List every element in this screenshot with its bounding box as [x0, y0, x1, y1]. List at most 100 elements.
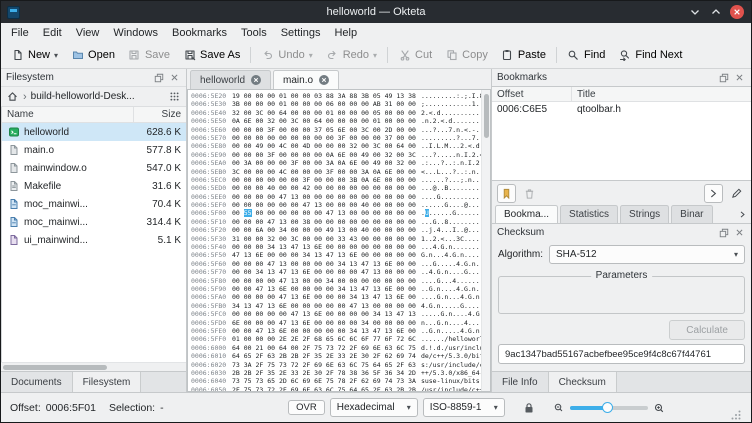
column-size[interactable]: Size	[134, 107, 186, 122]
hex-bytes[interactable]: 00 00 00 47 13 00 00 00 00 34 13 47 13 6…	[232, 260, 416, 268]
float-panel-icon[interactable]	[717, 226, 730, 239]
hex-bytes[interactable]: 00 00 00 00 00 00 47 13 00 00 00 40 00 0…	[232, 201, 416, 209]
char-coding-select[interactable]: ISO-8859-1 ▾	[423, 398, 505, 417]
hex-chars[interactable]: ....G...........	[421, 193, 484, 201]
hex-chars[interactable]: ..j.4...I..@....	[421, 226, 484, 234]
bookmarks-column-title[interactable]: Title	[572, 87, 751, 101]
hex-chars[interactable]: ...@..B.........	[421, 184, 484, 192]
breadcrumb-path[interactable]: build-helloworld-Desk...	[31, 91, 164, 102]
file-row[interactable]: mainwindow.o547.0 K	[2, 159, 186, 177]
menu-view[interactable]: View	[69, 23, 107, 42]
hex-row[interactable]: 0006:5FB034 13 47 13 6E 00 00 00 00 00 4…	[191, 302, 490, 310]
find-next-button[interactable]: Find Next	[612, 46, 688, 65]
value-coding-select[interactable]: Hexadecimal ▾	[330, 398, 418, 417]
hex-chars[interactable]: ...G.....4.G.n..	[421, 260, 484, 268]
hex-chars[interactable]: ...?...7.n.<.-..	[421, 126, 484, 134]
hex-chars[interactable]: de/c++/5.3.0/bit	[421, 352, 484, 360]
hex-bytes[interactable]: 73 75 73 65 2D 6C 69 6E 75 78 2F 62 69 7…	[232, 377, 416, 385]
find-button[interactable]: Find	[561, 46, 611, 65]
hex-bytes[interactable]: 00 3A 00 00 00 3F 00 00 3A 0A 6E 00 49 0…	[232, 159, 416, 167]
menu-bookmarks[interactable]: Bookmarks	[165, 23, 234, 42]
hex-row[interactable]: 0006:5F5047 13 6E 00 00 00 34 13 47 13 6…	[191, 251, 490, 259]
home-icon[interactable]	[6, 90, 19, 103]
hex-row[interactable]: 0006:5FC000 00 00 00 00 47 13 6E 00 00 0…	[191, 310, 490, 318]
places-menu-icon[interactable]	[168, 90, 181, 103]
hex-chars[interactable]: /usr/include/c++	[421, 386, 484, 392]
minimize-button[interactable]	[688, 5, 702, 19]
tab-strings[interactable]: Strings	[620, 205, 669, 223]
hex-chars[interactable]: suse-linux/bits:	[421, 377, 484, 385]
hex-row[interactable]: 0006:5EE000 00 00 00 47 13 00 00 00 00 0…	[191, 193, 490, 201]
file-row[interactable]: ui_mainwind...5.1 K	[2, 231, 186, 249]
hex-chars[interactable]: .........?...7..	[421, 134, 484, 142]
hex-row[interactable]: 0006:5E9000 00 00 3F 00 00 00 00 0A 6E 0…	[191, 151, 490, 159]
create-bookmark-button[interactable]	[497, 184, 516, 203]
hex-row[interactable]: 0006:5F6000 00 00 47 13 00 00 00 00 34 1…	[191, 260, 490, 268]
hex-row[interactable]: 0006:5E6000 00 00 3F 00 00 00 37 05 6E 0…	[191, 126, 490, 134]
menu-help[interactable]: Help	[327, 23, 364, 42]
hex-row[interactable]: 0006:5FF001 00 00 00 2E 2E 2F 68 65 6C 6…	[191, 335, 490, 343]
hex-chars[interactable]: ..G.n.....4.G.n.	[421, 327, 484, 335]
hex-row[interactable]: 0006:5EA000 3A 00 00 00 3F 00 00 3A 0A 6…	[191, 159, 490, 167]
menu-windows[interactable]: Windows	[106, 23, 165, 42]
save-button[interactable]: Save	[122, 46, 176, 65]
column-name[interactable]: Name	[2, 107, 134, 122]
tab-close-icon[interactable]	[251, 75, 261, 85]
hex-chars[interactable]: s:/usr/include/c	[421, 361, 484, 369]
goto-next-bookmark-button[interactable]	[704, 184, 723, 203]
menu-tools[interactable]: Tools	[234, 23, 274, 42]
maximize-button[interactable]	[709, 5, 723, 19]
hex-row[interactable]: 0006:5E2019 00 00 00 01 00 00 03 88 3A 8…	[191, 92, 490, 100]
redo-button[interactable]: Redo▾	[320, 46, 383, 65]
hex-bytes[interactable]: 00 00 00 34 13 47 13 6E 00 00 00 00 00 0…	[232, 243, 416, 251]
hex-chars[interactable]: .U......G.......	[421, 209, 484, 217]
zoom-slider[interactable]	[570, 406, 648, 410]
hex-bytes[interactable]: 32 00 3C 00 64 00 00 00 01 00 00 00 05 0…	[232, 109, 416, 117]
file-row[interactable]: helloworld628.6 K	[2, 123, 186, 141]
hex-row[interactable]: 0006:5E4032 00 3C 00 64 00 00 00 01 00 0…	[191, 109, 490, 117]
zoom-slider-handle[interactable]	[602, 402, 613, 413]
close-panel-icon[interactable]	[733, 71, 746, 84]
hex-row[interactable]: 0006:5F8000 00 00 00 47 13 00 00 34 00 0…	[191, 277, 490, 285]
close-button[interactable]	[730, 5, 744, 19]
hex-row[interactable]: 0006:5E500A 6E 00 32 00 3C 00 64 00 00 0…	[191, 117, 490, 125]
tab-overflow-button[interactable]	[735, 207, 749, 221]
hex-chars[interactable]: ...4.G.n........	[421, 243, 484, 251]
menu-file[interactable]: File	[4, 23, 36, 42]
hex-chars[interactable]: .........:.;.I.8	[421, 92, 484, 100]
hex-chars[interactable]: 1..2.<...3C.....	[421, 235, 484, 243]
hex-chars[interactable]: ...G..8.........	[421, 218, 484, 226]
menu-settings[interactable]: Settings	[274, 23, 328, 42]
titlebar[interactable]: helloworld — Okteta	[1, 1, 751, 23]
file-row[interactable]: moc_mainwi...70.4 K	[2, 195, 186, 213]
hex-bytes[interactable]: 2F 75 73 72 2F 69 6E 63 6C 75 64 65 2F 6…	[232, 386, 416, 392]
hex-bytes[interactable]: 73 3A 2F 75 73 72 2F 69 6E 63 6C 75 64 6…	[232, 361, 416, 369]
breadcrumb[interactable]: › build-helloworld-Desk...	[1, 86, 186, 107]
checksum-result-field[interactable]: 9ac1347bad55167acbefbee95ce9f4c8c67f4476…	[498, 344, 745, 364]
hex-bytes[interactable]: 34 13 47 13 6E 00 00 00 00 00 47 13 00 0…	[232, 302, 416, 310]
undo-button[interactable]: Undo▾	[255, 46, 318, 65]
hex-bytes[interactable]: 19 00 00 00 01 00 00 03 88 3A 88 3B 05 4…	[232, 92, 416, 100]
hex-bytes[interactable]: 00 00 49 00 4C 00 4D 00 00 00 32 00 3C 0…	[232, 142, 416, 150]
hex-bytes[interactable]: 01 00 00 00 2E 2E 2F 68 65 6C 6C 6F 77 6…	[232, 335, 416, 343]
hex-bytes[interactable]: 64 00 21 00 64 00 2F 75 73 72 2F 69 6E 6…	[232, 344, 416, 352]
hex-chars[interactable]: ..I.L.M...2.<.d.	[421, 142, 484, 150]
hex-bytes[interactable]: 00 00 34 13 47 13 6E 00 00 00 00 47 13 0…	[232, 268, 416, 276]
hex-bytes[interactable]: 31 00 00 32 00 3C 00 00 00 33 43 00 00 0…	[232, 235, 416, 243]
tab-bookma-[interactable]: Bookma...	[495, 205, 558, 223]
hex-bytes[interactable]: 64 65 2F 63 2B 2B 2F 35 2E 33 2E 30 2F 6…	[232, 352, 416, 360]
hex-bytes[interactable]: 00 00 00 00 00 47 13 6E 00 00 00 00 34 1…	[232, 310, 416, 318]
hex-chars[interactable]: .:...?..:.n.I.2.	[421, 159, 484, 167]
save-as-button[interactable]: Save As	[177, 46, 246, 65]
tab-checksum[interactable]: Checksum	[549, 372, 617, 392]
hex-row[interactable]: 0006:5F9000 00 47 13 6E 00 00 00 00 34 1…	[191, 285, 490, 293]
hex-bytes[interactable]: 00 00 00 47 13 00 38 00 00 00 00 00 00 0…	[232, 218, 416, 226]
bookmark-row[interactable]: 0006:C6E5qtoolbar.h	[492, 102, 751, 117]
hex-bytes[interactable]: 00 00 00 00 00 00 00 00 00 3F 00 00 00 3…	[232, 134, 416, 142]
zoom-out-icon[interactable]	[552, 401, 565, 414]
hex-bytes[interactable]: 00 00 00 3F 00 00 00 00 0A 6E 00 49 00 3…	[232, 151, 416, 159]
hex-bytes[interactable]: 00 00 00 40 00 00 42 00 00 00 00 00 00 0…	[232, 184, 416, 192]
hex-chars[interactable]: .....G.n....4.G.	[421, 310, 484, 318]
hex-chars[interactable]: ..G.n....4.G.n..	[421, 285, 484, 293]
hex-row[interactable]: 0006:5F7000 00 34 13 47 13 6E 00 00 00 0…	[191, 268, 490, 276]
